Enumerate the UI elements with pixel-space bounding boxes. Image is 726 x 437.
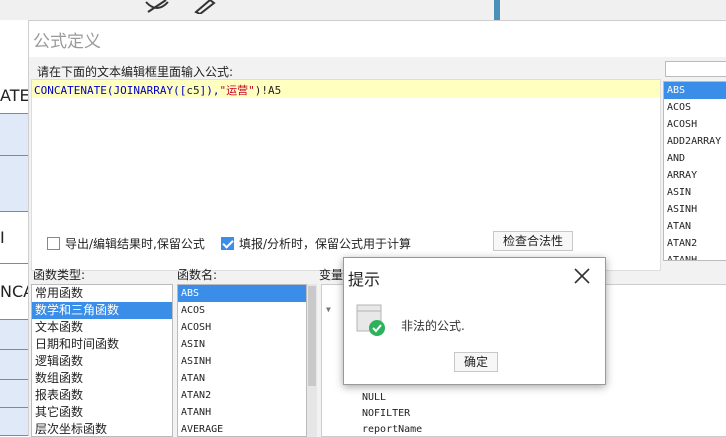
list-item[interactable]: ABS [664, 82, 726, 99]
list-item[interactable]: ASINH [664, 201, 726, 218]
list-item[interactable]: ATAN [178, 370, 306, 387]
pencil-icon [192, 0, 218, 16]
function-search-input[interactable] [665, 61, 726, 77]
checkbox-unchecked[interactable] [47, 237, 60, 250]
keep-formula-fill-checkbox[interactable]: 填报/分析时，保留公式用于计算 [221, 235, 411, 252]
bg-cell [0, 380, 30, 408]
bg-cell [0, 114, 30, 156]
list-item[interactable]: 数学和三角函数 [32, 302, 172, 319]
formula-tail: )!A5 [254, 84, 282, 97]
list-item[interactable]: ADD2ARRAY [664, 133, 726, 150]
list-item[interactable]: 日期和时间函数 [32, 336, 172, 353]
formula-function: CONCATENATE(JOINARRAY([ [34, 84, 187, 97]
list-item[interactable]: AVERAGE [178, 421, 306, 436]
formula-bracket: ]), [199, 84, 220, 97]
variable-label: 变量 [319, 268, 344, 282]
list-item[interactable]: ATANH [664, 252, 726, 260]
function-name-scrollbar[interactable] [307, 284, 317, 437]
list-item[interactable]: ATAN [664, 218, 726, 235]
keep-formula-export-checkbox[interactable]: 导出/编辑结果时,保留公式 [47, 235, 205, 252]
background-sheet: ATE I NCA [0, 20, 30, 436]
list-item[interactable]: 层次坐标函数 [32, 421, 172, 436]
list-item[interactable]: ASIN [178, 336, 306, 353]
list-item[interactable]: 其它函数 [32, 404, 172, 421]
eye-off-icon [144, 0, 170, 14]
formula-reference: c5 [186, 84, 200, 97]
function-type-list[interactable]: 常用函数 数学和三角函数 文本函数 日期和时间函数 逻辑函数 数组函数 报表函数… [31, 284, 173, 437]
check-validity-button[interactable]: 检查合法性 [493, 231, 573, 251]
list-item[interactable]: 逻辑函数 [32, 353, 172, 370]
ok-button[interactable]: 确定 [454, 352, 498, 372]
bg-cell: NCA [0, 264, 30, 320]
list-item[interactable]: 常用函数 [32, 285, 172, 302]
tip-title: 提示 [348, 270, 381, 289]
bg-cell [0, 320, 30, 350]
expand-triangle-icon[interactable]: ▼ [326, 305, 331, 314]
list-item[interactable]: ABS [178, 285, 306, 302]
list-item[interactable]: ATAN2 [178, 387, 306, 404]
list-item[interactable]: ASINH [178, 353, 306, 370]
list-item[interactable]: ATANH [178, 404, 306, 421]
function-list-right[interactable]: ABS ACOS ACOSH ADD2ARRAY AND ARRAY ASIN … [663, 81, 726, 261]
function-name-label: 函数名: [177, 268, 218, 282]
list-item[interactable]: ASIN [664, 184, 726, 201]
list-item[interactable]: NOFILTER [362, 408, 410, 419]
checkbox-label: 导出/编辑结果时,保留公式 [65, 237, 205, 251]
close-icon[interactable] [572, 266, 592, 286]
instruction-text: 请在下面的文本编辑框里面输入公式: [37, 65, 234, 79]
list-item[interactable]: ACOSH [178, 319, 306, 336]
bg-cell: ATE [0, 78, 30, 114]
scrollbar-thumb[interactable] [308, 286, 316, 386]
function-name-list[interactable]: ABS ACOS ACOSH ASIN ASINH ATAN ATAN2 ATA… [177, 284, 307, 437]
list-item[interactable]: ATAN2 [664, 235, 726, 252]
list-item[interactable]: ACOS [664, 99, 726, 116]
list-item[interactable]: NULL [362, 392, 386, 403]
list-item[interactable]: reportName [362, 424, 422, 435]
checkbox-label: 填报/分析时，保留公式用于计算 [239, 237, 412, 251]
dialog-title: 公式定义 [33, 32, 101, 52]
formula-text[interactable]: CONCATENATE(JOINARRAY([c5]),"运营")!A5 [34, 82, 281, 98]
list-item[interactable]: 文本函数 [32, 319, 172, 336]
checkmark-document-icon [356, 304, 386, 336]
list-item[interactable]: ACOS [178, 302, 306, 319]
function-type-label: 函数类型: [33, 268, 86, 282]
bg-cell [0, 350, 30, 380]
bg-cell [0, 408, 30, 436]
bg-cell [0, 156, 30, 212]
list-item[interactable]: ACOSH [664, 116, 726, 133]
checkbox-checked[interactable] [221, 237, 234, 250]
formula-string: "运营" [219, 84, 255, 97]
tip-dialog: 提示 非法的公式. 确定 [343, 257, 606, 385]
tip-message: 非法的公式. [401, 319, 465, 333]
list-item[interactable]: 报表函数 [32, 387, 172, 404]
background-scroll-marker [494, 0, 500, 20]
list-item[interactable]: 数组函数 [32, 370, 172, 387]
bg-cell: I [0, 212, 30, 264]
background-toolbar [0, 0, 726, 20]
list-item[interactable]: ARRAY [664, 167, 726, 184]
list-item[interactable]: AND [664, 150, 726, 167]
